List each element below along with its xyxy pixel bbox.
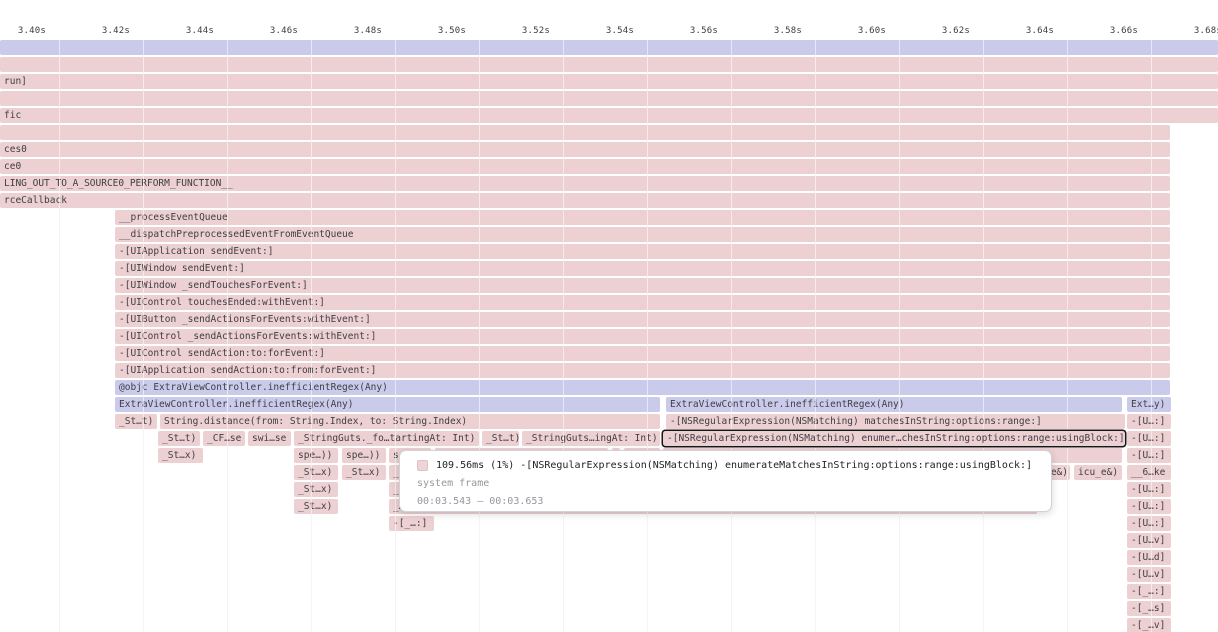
frame-box[interactable]: -[U…:] (1127, 516, 1171, 531)
gridline-overlay (1067, 40, 1068, 632)
frame-box[interactable]: _CF…se (203, 431, 245, 446)
frame-box[interactable]: -[UIApplication sendEvent:] (115, 244, 1170, 259)
frame-box[interactable]: -[U…:] (1127, 448, 1171, 463)
timeline-ruler[interactable]: 3.40s 3.42s 3.44s 3.46s 3.48s 3.50s 3.52s 3.54s… (0, 0, 1218, 40)
gridline-overlay (311, 40, 312, 632)
frame-box[interactable]: -[U…:] (1127, 431, 1171, 446)
time-tick-label: 3.40s (18, 26, 46, 36)
frame-box[interactable]: _St…x) (158, 448, 203, 463)
gridline-overlay (731, 40, 732, 632)
gridline-overlay (899, 40, 900, 632)
gridline-overlay (479, 40, 480, 632)
frame-box[interactable]: _StringGuts…ingAt: Int) (522, 431, 660, 446)
frame-box[interactable]: _St…x) (294, 482, 338, 497)
tooltip-time-range: 00:03.543 — 00:03.653 (417, 494, 1041, 509)
frame-box[interactable]: -[U…d] (1127, 550, 1171, 565)
frame-box[interactable] (0, 40, 1218, 55)
frame-box[interactable]: _St…x) (294, 465, 338, 480)
frame-box[interactable]: _St…t) (115, 414, 157, 429)
time-tick-label: 3.46s (270, 26, 298, 36)
time-tick-label: 3.58s (774, 26, 802, 36)
frame-box[interactable]: LING_OUT_TO_A_SOURCE0_PERFORM_FUNCTION__ (0, 176, 1170, 191)
time-tick-label: 3.52s (522, 26, 550, 36)
frame-box[interactable]: -[UIControl touchesEnded:withEvent:] (115, 295, 1170, 310)
frame-box[interactable]: ces0 (0, 142, 1170, 157)
time-tick-label: 3.56s (690, 26, 718, 36)
gridline-overlay (563, 40, 564, 632)
time-tick-label: 3.42s (102, 26, 130, 36)
frame-box[interactable] (0, 91, 1218, 106)
frame-color-swatch (417, 460, 428, 471)
frame-box[interactable]: -[UIControl sendAction:to:forEvent:] (115, 346, 1170, 361)
time-tick-label: 3.60s (858, 26, 886, 36)
frame-box[interactable]: -[U…:] (1127, 482, 1171, 497)
frame-box[interactable]: -[U…:] (1127, 414, 1171, 429)
tooltip-title-row: 109.56ms (1%) -[NSRegularExpression(NSMa… (417, 458, 1041, 473)
time-tick-label: 3.50s (438, 26, 466, 36)
frame-box[interactable] (0, 125, 1170, 140)
frame-box[interactable]: _St…t) (482, 431, 519, 446)
frame-box[interactable]: spe…)) (342, 448, 386, 463)
frame-box[interactable]: @objc ExtraViewController.inefficientReg… (115, 380, 1170, 395)
frame-box[interactable]: -[UIWindow _sendTouchesForEvent:] (115, 278, 1170, 293)
time-tick-label: 3.62s (942, 26, 970, 36)
frame-box[interactable]: rceCallback (0, 193, 1170, 208)
frame-box[interactable]: swi…se (248, 431, 291, 446)
gridline-overlay (815, 40, 816, 632)
gridline-overlay (983, 40, 984, 632)
frame-box[interactable]: -[_…v] (1127, 618, 1171, 632)
time-tick-label: 3.66s (1110, 26, 1138, 36)
gridline-overlay (647, 40, 648, 632)
frame-tooltip: 109.56ms (1%) -[NSRegularExpression(NSMa… (399, 450, 1052, 512)
gridline-overlay (59, 40, 60, 632)
gridline-overlay (143, 40, 144, 632)
gridline-overlay (227, 40, 228, 632)
frame-box[interactable]: ExtraViewController.inefficientRegex(Any… (666, 397, 1122, 412)
frame-box[interactable]: -[UIControl _sendActionsForEvents:withEv… (115, 329, 1170, 344)
tooltip-subtitle: system frame (417, 476, 1041, 491)
frame-box[interactable]: _St…x) (294, 499, 338, 514)
frame-box[interactable]: spe…)) (294, 448, 338, 463)
frame-box[interactable]: -[NSRegularExpression(NSMatching) matche… (666, 414, 1125, 429)
time-tick-label: 3.48s (354, 26, 382, 36)
tooltip-title: 109.56ms (1%) -[NSRegularExpression(NSMa… (436, 460, 1032, 471)
time-tick-label: 3.54s (606, 26, 634, 36)
frame-box[interactable]: -[UIButton _sendActionsForEvents:withEve… (115, 312, 1170, 327)
frame-box[interactable]: run] (0, 74, 1218, 89)
frame-box[interactable]: String.distance(from: String.Index, to: … (160, 414, 660, 429)
frame-box[interactable]: -[_…s] (1127, 601, 1171, 616)
time-tick-label: 3.44s (186, 26, 214, 36)
frame-box[interactable]: _StringGuts._fo…tartingAt: Int) (294, 431, 479, 446)
frame-box[interactable] (0, 57, 1218, 72)
frame-box[interactable]: -[U…v] (1127, 533, 1171, 548)
frame-box[interactable]: icu_e&) (1074, 465, 1122, 480)
frame-box[interactable]: -[U…v] (1127, 567, 1171, 582)
frame-box[interactable]: _St…t) (158, 431, 200, 446)
frame-box[interactable]: fic (0, 108, 1218, 123)
frame-box[interactable]: Ext…y) (1127, 397, 1171, 412)
gridline-overlay (395, 40, 396, 632)
frame-box[interactable]: -[UIApplication sendAction:to:from:forEv… (115, 363, 1170, 378)
time-tick-label: 3.68s (1194, 26, 1218, 36)
selected-frame-box[interactable]: -[NSRegularExpression(NSMatching) enumer… (663, 431, 1125, 446)
gridline-overlay (1151, 40, 1152, 632)
frame-box[interactable]: __processEventQueue (115, 210, 1170, 225)
flame-graph[interactable]: run] fic ces0 ce0 LING_OUT_TO_A_SOURCE0_PERF… (0, 0, 1218, 632)
frame-box[interactable]: ExtraViewController.inefficientRegex(Any… (115, 397, 660, 412)
frame-box[interactable]: _St…x) (342, 465, 386, 480)
frame-box[interactable]: ce0 (0, 159, 1170, 174)
frame-box[interactable]: -[_…:] (1127, 584, 1171, 599)
time-tick-label: 3.64s (1026, 26, 1054, 36)
frame-box[interactable]: -[UIWindow sendEvent:] (115, 261, 1170, 276)
frame-box[interactable]: -[U…:] (1127, 499, 1171, 514)
frame-box[interactable]: __6…ke (1127, 465, 1171, 480)
frame-box[interactable]: __dispatchPreprocessedEventFromEventQueu… (115, 227, 1170, 242)
